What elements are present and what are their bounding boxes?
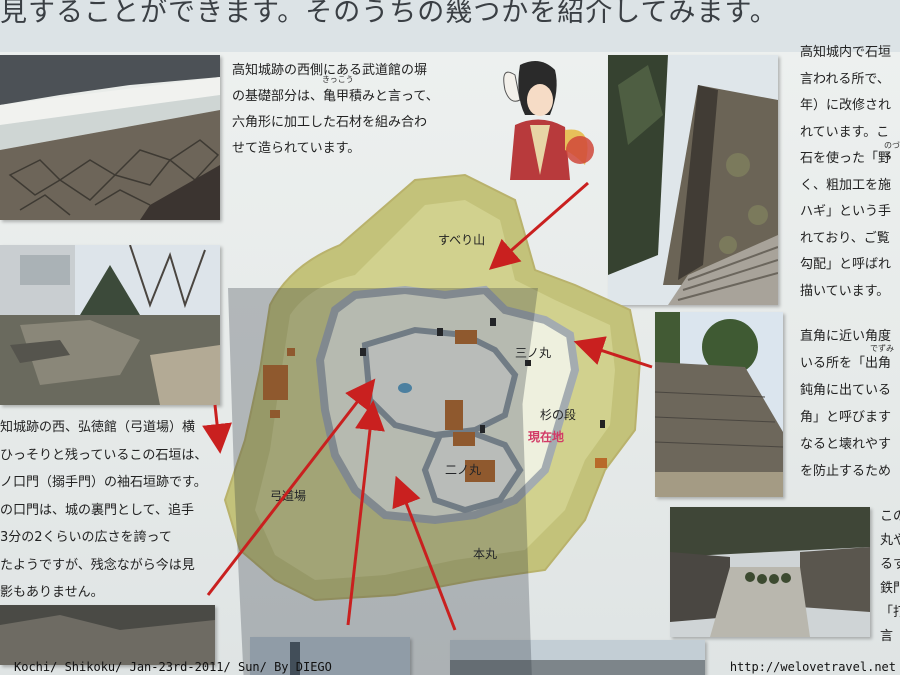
arrow-center-left — [346, 400, 385, 626]
site-url: http://welovetravel.net — [729, 660, 896, 674]
arrow-kyudojo — [206, 378, 376, 596]
arrow-overlay — [202, 181, 653, 631]
signboard-photo: 見することができます。そのうちの幾つかを紹介してみます。 高知城跡の西側にある武… — [0, 0, 900, 675]
photo-credit: Kochi/ Shikoku/ Jan-23rd-2011/ Sun/ By D… — [14, 660, 332, 674]
arrow-left — [202, 404, 232, 454]
arrow-center-right — [392, 475, 457, 631]
arrow-suberi — [488, 181, 589, 270]
arrow-sannomaru — [573, 336, 653, 369]
